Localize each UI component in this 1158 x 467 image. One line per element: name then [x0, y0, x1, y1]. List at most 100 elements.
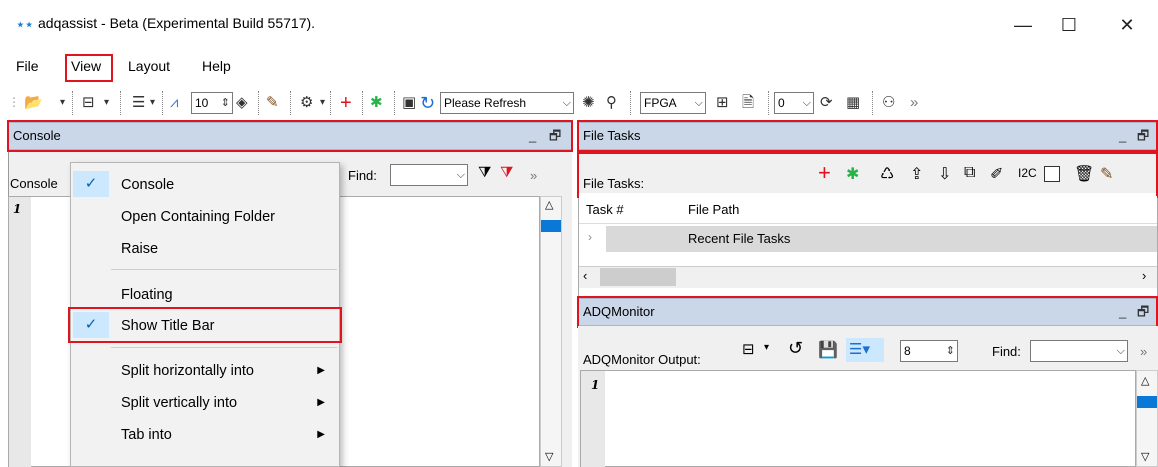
refresh-combo[interactable]: Please Refresh ⌵: [440, 92, 574, 114]
toolbar-separator: [362, 91, 363, 115]
scroll-up-icon[interactable]: △: [545, 198, 553, 211]
adqmonitor-find-label: Find:: [992, 344, 1021, 359]
scroll-down-icon[interactable]: ▽: [1141, 450, 1149, 463]
open-folder-icon[interactable]: 📂: [24, 92, 43, 114]
menu-separator: [111, 347, 337, 348]
dropdown-arrow-icon[interactable]: ▾: [104, 92, 109, 114]
settings-gear-icon[interactable]: ⚙: [300, 92, 313, 114]
toolbar-grip-icon: ⋮: [8, 95, 20, 109]
add-plus-icon[interactable]: +: [340, 92, 352, 114]
console-vertical-scrollbar[interactable]: [540, 196, 562, 467]
console-scroll-thumb[interactable]: [541, 220, 561, 232]
grid-icon[interactable]: ▦: [846, 92, 860, 114]
ctx-item-open-containing-folder[interactable]: Open Containing Folder: [71, 203, 339, 231]
device-icon[interactable]: ⊟: [742, 340, 755, 358]
device-icon[interactable]: ⊟: [82, 92, 95, 114]
toolbar-separator: [630, 91, 631, 115]
fpga-combo[interactable]: FPGA ⌵: [640, 92, 706, 114]
console-label: Console: [10, 176, 58, 191]
column-header-file-path[interactable]: File Path: [688, 202, 739, 217]
lightbulb-icon[interactable]: ✺: [582, 92, 595, 114]
scroll-right-icon[interactable]: ›: [1142, 268, 1146, 283]
filetasks-toolbar-highlight: [577, 152, 1158, 198]
chevron-down-icon[interactable]: ⌵: [457, 165, 465, 185]
adqmonitor-header-highlight: [577, 296, 1158, 328]
adqmonitor-output-editor[interactable]: [580, 370, 1136, 467]
submenu-arrow-icon: ▶: [317, 365, 325, 376]
adqmonitor-output-label: ADQMonitor Output:: [583, 352, 701, 367]
pin-icon[interactable]: ⚲: [606, 92, 617, 114]
menu-layout[interactable]: Layout: [128, 58, 170, 74]
minimize-button[interactable]: —: [1000, 10, 1046, 40]
ctx-item-split-vertically[interactable]: Split vertically into ▶: [71, 389, 339, 417]
menu-file[interactable]: File: [16, 58, 39, 74]
dropdown-arrow-icon[interactable]: ▾: [764, 342, 769, 353]
scroll-down-icon[interactable]: ▽: [545, 450, 553, 463]
window-title: adqassist - Beta (Experimental Build 557…: [38, 15, 316, 31]
ctx-item-raise[interactable]: Raise: [71, 235, 339, 263]
reload-icon[interactable]: ⟳: [820, 92, 833, 114]
toolbar-separator: [872, 91, 873, 115]
submenu-arrow-icon: ▶: [317, 429, 325, 440]
toolbar-separator: [162, 91, 163, 115]
ctx-item-split-horizontally[interactable]: Split horizontally into ▶: [71, 357, 339, 385]
save-icon[interactable]: 💾: [818, 340, 838, 360]
chevron-down-icon[interactable]: ⌵: [1117, 341, 1125, 361]
console-find-label: Find:: [348, 168, 377, 183]
spin-arrows-icon[interactable]: ⇕: [221, 93, 230, 113]
toolbar-separator: [330, 91, 331, 115]
menu-separator: [111, 269, 337, 270]
board-icon[interactable]: ◈: [236, 92, 248, 114]
adqmonitor-line-number: 1: [591, 378, 600, 392]
chevron-down-icon[interactable]: ⌵: [563, 93, 571, 113]
user-icon[interactable]: ⚇: [882, 92, 895, 114]
list-view-button[interactable]: ☰▾: [846, 338, 884, 362]
scroll-up-icon[interactable]: △: [1141, 374, 1149, 387]
scroll-left-icon[interactable]: ‹: [583, 268, 587, 283]
dropdown-arrow-icon[interactable]: ▾: [320, 92, 325, 114]
toolbar-separator: [768, 91, 769, 115]
small-combo[interactable]: 0 ⌵: [774, 92, 814, 114]
filetasks-scroll-thumb[interactable]: [600, 268, 676, 286]
console-toolbar-overflow-icon[interactable]: »: [530, 168, 537, 183]
adqmonitor-find-input[interactable]: ⌵: [1030, 340, 1128, 362]
document-icon[interactable]: 🗎: [742, 92, 754, 114]
chevron-down-icon[interactable]: ⌵: [695, 93, 703, 113]
refresh-icon[interactable]: ↻: [420, 92, 435, 114]
console-find-input[interactable]: ⌵: [390, 164, 468, 186]
channel-spin-input[interactable]: 10 ⇕: [191, 92, 233, 114]
filter-icon[interactable]: ⧩: [478, 164, 491, 181]
adqmonitor-spin-input[interactable]: 8 ⇕: [900, 340, 958, 362]
menu-view-highlight: [65, 54, 113, 82]
dropdown-arrow-icon[interactable]: ▾: [60, 92, 65, 114]
window-layout-icon[interactable]: ⊞: [716, 92, 729, 114]
ctx-item-console[interactable]: Console: [71, 171, 339, 199]
clear-filter-icon[interactable]: ⧩: [500, 164, 513, 181]
layout-icon[interactable]: ☰: [132, 92, 145, 114]
adqmonitor-toolbar-overflow-icon[interactable]: »: [1140, 344, 1147, 359]
toolbar-separator: [290, 91, 291, 115]
run-icon[interactable]: ✱: [370, 92, 383, 114]
console-line-gutter: [9, 197, 31, 467]
console-line-number: 1: [13, 202, 22, 216]
toolbar-overflow-icon[interactable]: »: [910, 92, 918, 114]
adqmonitor-scroll-thumb[interactable]: [1137, 396, 1157, 408]
dropdown-arrow-icon[interactable]: ▾: [150, 92, 155, 114]
column-header-task[interactable]: Task #: [586, 202, 624, 217]
toolbar-separator: [258, 91, 259, 115]
ctx-item-floating[interactable]: Floating: [71, 281, 339, 309]
chip-icon[interactable]: ▣: [402, 92, 416, 114]
ctx-item-tab-into[interactable]: Tab into ▶: [71, 421, 339, 449]
app-logo-icon: ⋆⋆: [16, 16, 34, 32]
chevron-down-icon[interactable]: ⌵: [803, 93, 811, 113]
menu-bar: [0, 52, 1158, 82]
close-button[interactable]: ✕: [1104, 10, 1150, 40]
spin-arrows-icon[interactable]: ⇕: [946, 341, 955, 361]
brush-icon[interactable]: ✎: [266, 92, 279, 114]
menu-help[interactable]: Help: [202, 58, 231, 74]
undo-icon[interactable]: ↺: [788, 338, 803, 359]
chart-icon[interactable]: ⩘: [170, 92, 178, 114]
toolbar-separator: [394, 91, 395, 115]
maximize-button[interactable]: ☐: [1046, 10, 1092, 40]
expand-arrow-icon[interactable]: ›: [588, 230, 592, 244]
